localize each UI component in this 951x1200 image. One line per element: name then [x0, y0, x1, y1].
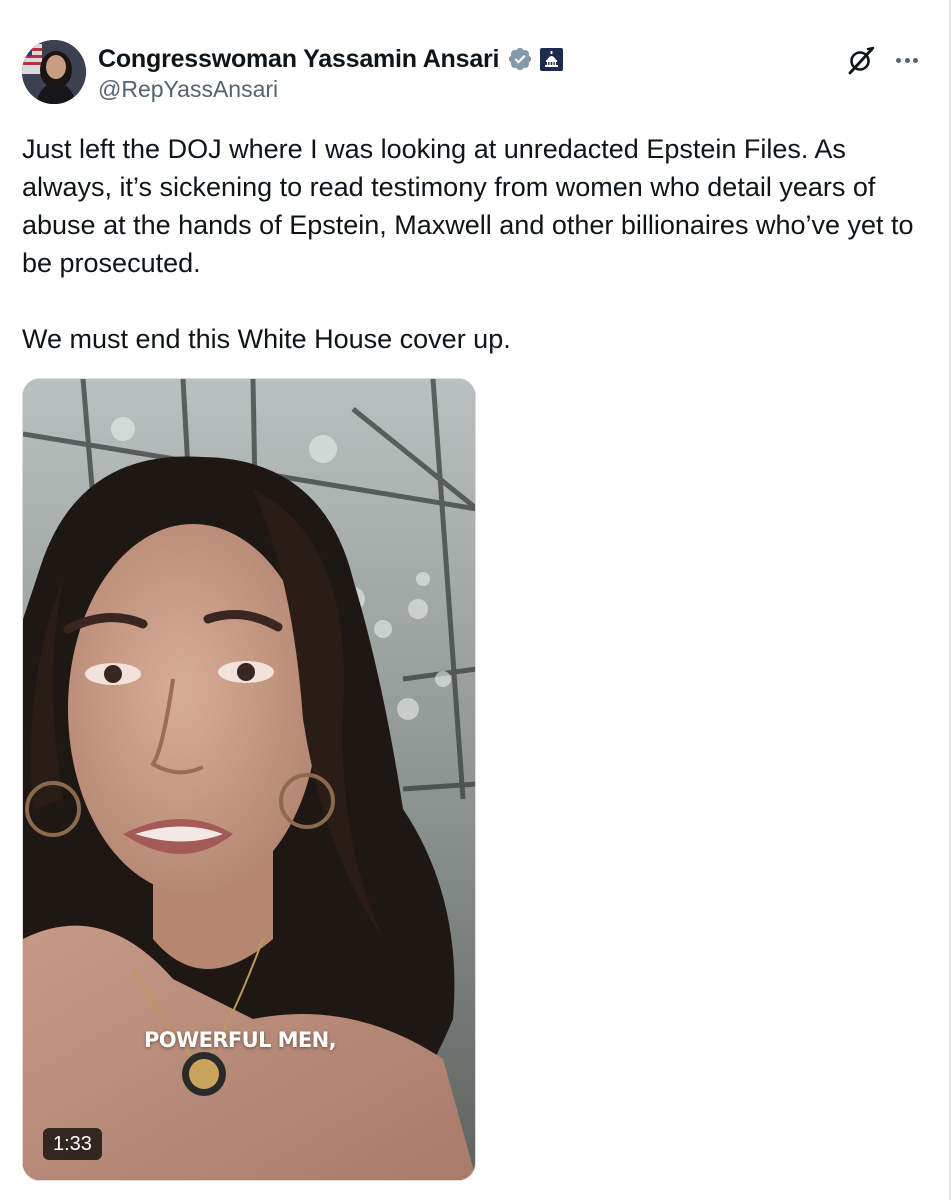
- video-player[interactable]: 1:33: [22, 378, 476, 1181]
- author-avatar[interactable]: [22, 40, 86, 104]
- more-dot: [913, 57, 919, 63]
- video-frame-image: [23, 379, 475, 1180]
- capitol-dome-icon[interactable]: [540, 47, 564, 71]
- author-name-row: Congresswoman Yassamin Ansari: [98, 42, 564, 76]
- author-display-name[interactable]: Congresswoman Yassamin Ansari: [98, 45, 500, 74]
- video-duration: 1:33: [43, 1128, 102, 1160]
- more-dots-icon[interactable]: [890, 43, 924, 77]
- video-caption: POWERFUL MEN,: [144, 1028, 337, 1052]
- author-handle[interactable]: @RepYassAnsari: [98, 76, 278, 103]
- verified-badge-icon[interactable]: [507, 46, 533, 72]
- grok-icon[interactable]: [844, 43, 878, 77]
- more-dot: [895, 57, 901, 63]
- tweet-paragraph: We must end this White House cover up.: [22, 324, 511, 354]
- more-dot: [904, 57, 910, 63]
- tweet-text: Just left the DOJ where I was looking at…: [22, 130, 922, 358]
- tweet-card: Congresswoman Yassamin Ansari @RepYassAn…: [0, 0, 951, 1200]
- tweet-paragraph: Just left the DOJ where I was looking at…: [22, 134, 914, 278]
